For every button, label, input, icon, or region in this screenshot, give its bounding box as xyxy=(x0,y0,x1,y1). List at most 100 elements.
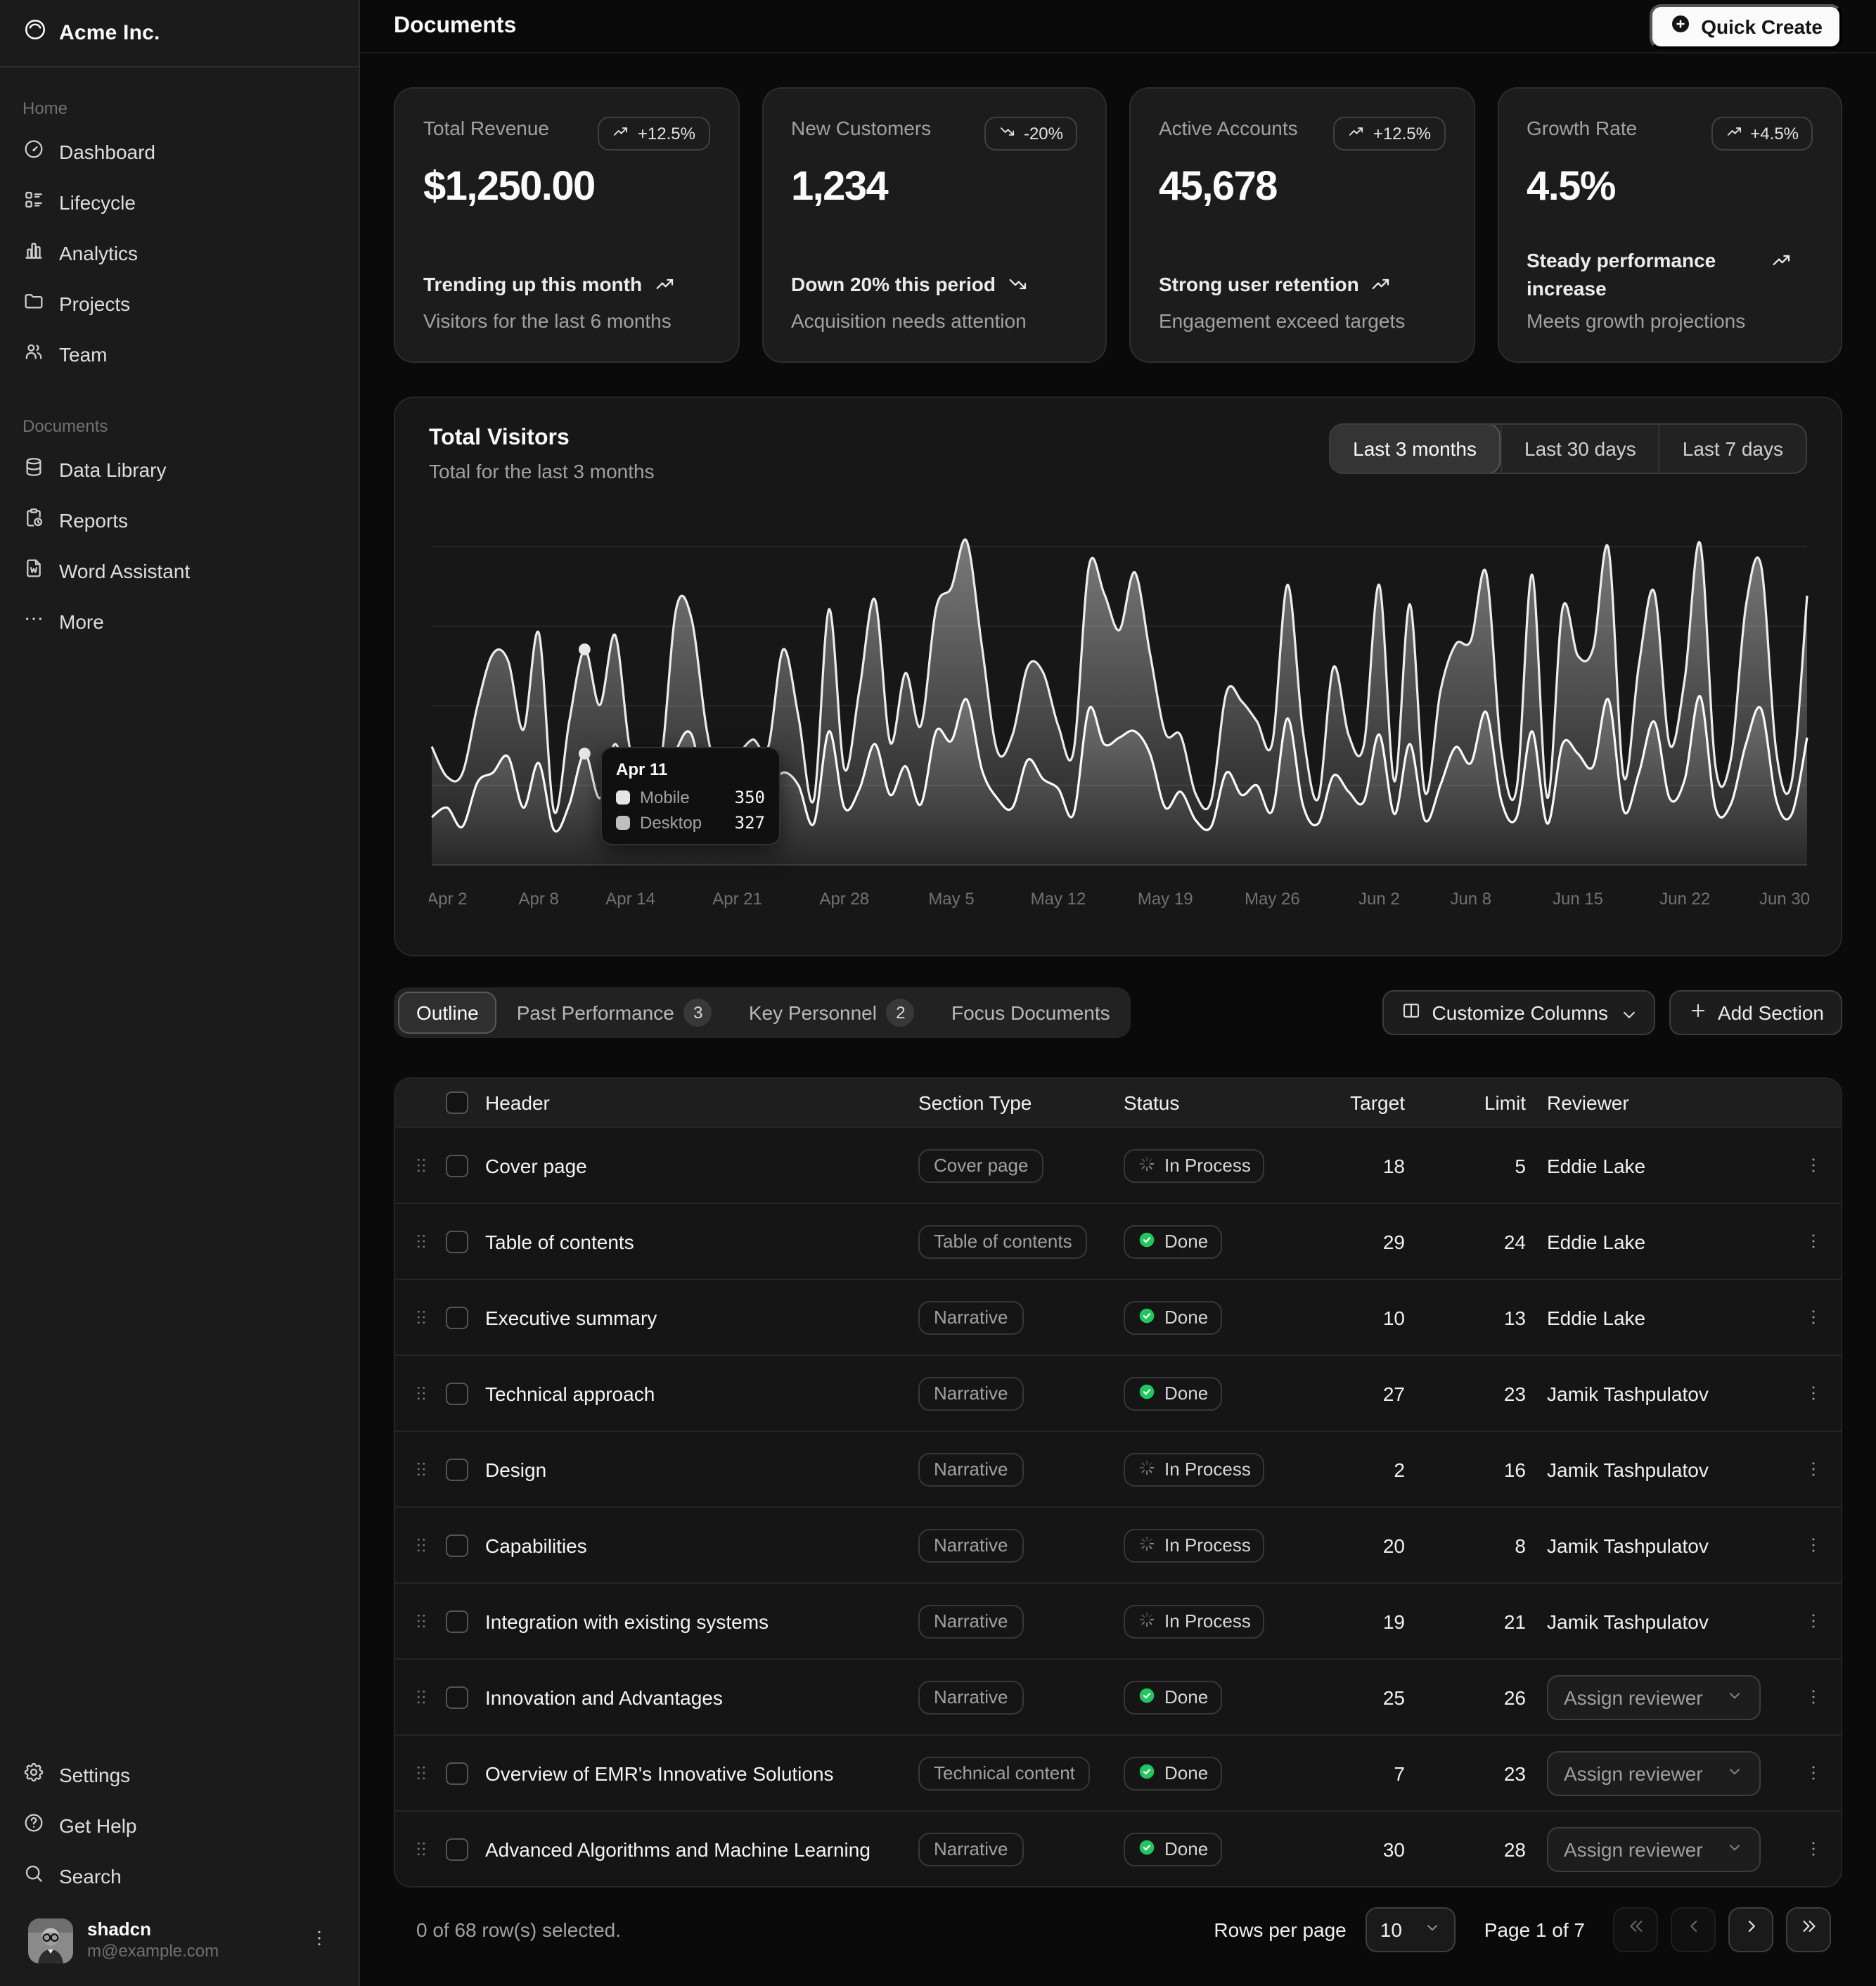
limit-value[interactable]: 28 xyxy=(1447,1838,1537,1860)
limit-value[interactable]: 16 xyxy=(1447,1458,1537,1480)
row-checkbox[interactable] xyxy=(446,1534,468,1556)
target-value[interactable]: 7 xyxy=(1335,1762,1447,1784)
sidebar-item-settings[interactable]: Settings xyxy=(11,1753,347,1798)
limit-value[interactable]: 24 xyxy=(1447,1230,1537,1253)
drag-handle[interactable] xyxy=(395,1535,446,1556)
drag-handle[interactable] xyxy=(395,1231,446,1252)
row-menu-button[interactable] xyxy=(1796,1148,1830,1182)
tab-focus-documents[interactable]: Focus Documents xyxy=(934,992,1127,1034)
customize-columns-button[interactable]: Customize Columns xyxy=(1382,990,1655,1035)
limit-value[interactable]: 26 xyxy=(1447,1686,1537,1708)
row-menu-button[interactable] xyxy=(1796,1300,1830,1334)
target-value[interactable]: 10 xyxy=(1335,1306,1447,1328)
rows-per-page-select[interactable]: 10 xyxy=(1366,1907,1456,1952)
user-email: m@example.com xyxy=(87,1941,294,1963)
assign-reviewer-select[interactable]: Assign reviewer xyxy=(1547,1750,1761,1795)
target-value[interactable]: 2 xyxy=(1335,1458,1447,1480)
limit-value[interactable]: 23 xyxy=(1447,1762,1537,1784)
search-icon xyxy=(23,1862,45,1891)
row-header-link[interactable]: Innovation and Advantages xyxy=(485,1686,918,1708)
tab-key-personnel[interactable]: Key Personnel2 xyxy=(732,992,932,1034)
sidebar-item-reports[interactable]: Reports xyxy=(11,498,347,543)
target-value[interactable]: 18 xyxy=(1335,1154,1447,1177)
row-header-link[interactable]: Overview of EMR's Innovative Solutions xyxy=(485,1762,918,1784)
row-checkbox[interactable] xyxy=(446,1458,468,1480)
user-menu-ellipsis-icon[interactable] xyxy=(308,1926,330,1956)
row-menu-button[interactable] xyxy=(1796,1756,1830,1790)
row-checkbox[interactable] xyxy=(446,1838,468,1860)
row-checkbox[interactable] xyxy=(446,1382,468,1404)
target-value[interactable]: 27 xyxy=(1335,1382,1447,1404)
limit-value[interactable]: 5 xyxy=(1447,1154,1537,1177)
row-checkbox[interactable] xyxy=(446,1610,468,1632)
content: Total Revenue +12.5% $1,250.00 Trending … xyxy=(360,53,1876,1986)
range-tab-last-3-months[interactable]: Last 3 months xyxy=(1329,423,1501,474)
tab-outline[interactable]: Outline xyxy=(398,992,497,1034)
target-value[interactable]: 25 xyxy=(1335,1686,1447,1708)
drag-handle[interactable] xyxy=(395,1610,446,1632)
row-menu-button[interactable] xyxy=(1796,1452,1830,1486)
row-menu-button[interactable] xyxy=(1796,1376,1830,1410)
target-value[interactable]: 30 xyxy=(1335,1838,1447,1860)
limit-value[interactable]: 8 xyxy=(1447,1534,1537,1556)
sidebar-item-search[interactable]: Search xyxy=(11,1854,347,1899)
range-tab-last-30-days[interactable]: Last 30 days xyxy=(1501,425,1659,473)
row-checkbox[interactable] xyxy=(446,1154,468,1177)
row-menu-button[interactable] xyxy=(1796,1680,1830,1714)
sidebar-item-lifecycle[interactable]: Lifecycle xyxy=(11,180,347,225)
sidebar-item-analytics[interactable]: Analytics xyxy=(11,231,347,276)
assign-reviewer-select[interactable]: Assign reviewer xyxy=(1547,1826,1761,1871)
sidebar-item-dashboard[interactable]: Dashboard xyxy=(11,129,347,174)
trend-badge: +12.5% xyxy=(1334,117,1445,150)
row-checkbox[interactable] xyxy=(446,1762,468,1784)
next-page-button[interactable] xyxy=(1728,1907,1773,1952)
sidebar-item-get-help[interactable]: Get Help xyxy=(11,1803,347,1848)
brand[interactable]: Acme Inc. xyxy=(0,0,359,68)
row-checkbox[interactable] xyxy=(446,1686,468,1708)
drag-handle[interactable] xyxy=(395,1762,446,1783)
drag-handle[interactable] xyxy=(395,1686,446,1708)
visitors-chart[interactable]: Apr 2Apr 8Apr 14Apr 21Apr 28May 5May 12M… xyxy=(429,513,1810,921)
drag-handle[interactable] xyxy=(395,1383,446,1404)
select-all-checkbox[interactable] xyxy=(446,1091,468,1114)
row-header-link[interactable]: Table of contents xyxy=(485,1230,918,1253)
row-header-link[interactable]: Technical approach xyxy=(485,1382,918,1404)
sidebar-item-more[interactable]: More xyxy=(11,599,347,644)
row-checkbox[interactable] xyxy=(446,1306,468,1328)
add-section-button[interactable]: Add Section xyxy=(1669,990,1842,1035)
row-menu-button[interactable] xyxy=(1796,1528,1830,1562)
assign-reviewer-select[interactable]: Assign reviewer xyxy=(1547,1674,1761,1719)
sidebar-item-team[interactable]: Team xyxy=(11,332,347,377)
row-checkbox[interactable] xyxy=(446,1230,468,1253)
quick-create-button[interactable]: Quick Create xyxy=(1649,4,1842,49)
target-value[interactable]: 19 xyxy=(1335,1610,1447,1632)
row-header-link[interactable]: Executive summary xyxy=(485,1306,918,1328)
range-tab-last-7-days[interactable]: Last 7 days xyxy=(1659,425,1806,473)
drag-handle[interactable] xyxy=(395,1307,446,1328)
last-page-button[interactable] xyxy=(1786,1907,1831,1952)
tab-past-performance[interactable]: Past Performance3 xyxy=(500,992,729,1034)
limit-value[interactable]: 13 xyxy=(1447,1306,1537,1328)
row-header-link[interactable]: Advanced Algorithms and Machine Learning xyxy=(485,1838,918,1860)
table-row: Advanced Algorithms and Machine Learning… xyxy=(395,1810,1841,1886)
row-header-link[interactable]: Integration with existing systems xyxy=(485,1610,918,1632)
sidebar-item-data-library[interactable]: Data Library xyxy=(11,447,347,492)
sidebar-item-projects[interactable]: Projects xyxy=(11,281,347,326)
row-header-link[interactable]: Cover page xyxy=(485,1154,918,1177)
prev-page-button[interactable] xyxy=(1671,1907,1716,1952)
limit-value[interactable]: 23 xyxy=(1447,1382,1537,1404)
sidebar-item-word-assistant[interactable]: Word Assistant xyxy=(11,549,347,594)
drag-handle[interactable] xyxy=(395,1155,446,1176)
row-menu-button[interactable] xyxy=(1796,1604,1830,1638)
limit-value[interactable]: 21 xyxy=(1447,1610,1537,1632)
target-value[interactable]: 29 xyxy=(1335,1230,1447,1253)
user-menu[interactable]: shadcn m@example.com xyxy=(23,1913,336,1969)
row-header-link[interactable]: Capabilities xyxy=(485,1534,918,1556)
row-header-link[interactable]: Design xyxy=(485,1458,918,1480)
drag-handle[interactable] xyxy=(395,1459,446,1480)
row-menu-button[interactable] xyxy=(1796,1832,1830,1866)
target-value[interactable]: 20 xyxy=(1335,1534,1447,1556)
row-menu-button[interactable] xyxy=(1796,1224,1830,1258)
first-page-button[interactable] xyxy=(1613,1907,1658,1952)
drag-handle[interactable] xyxy=(395,1838,446,1859)
